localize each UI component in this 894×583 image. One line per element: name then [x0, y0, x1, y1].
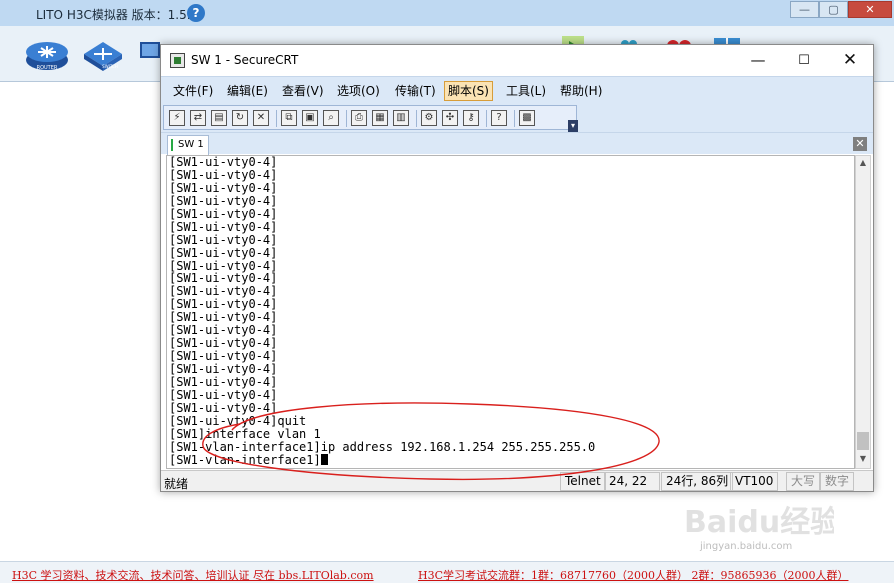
connect-in-tab-icon[interactable]: ▤: [211, 110, 227, 126]
reconnect-icon[interactable]: ↻: [232, 110, 248, 126]
printer-setup-icon[interactable]: ▥: [393, 110, 409, 126]
crt-toolbar: ⚡ ⇄ ▤ ↻ ✕ ⧉ ▣ ⌕ ⎙ ▦ ▥ ⚙ ✣ ⚷ ? ▩ ▾: [161, 104, 873, 132]
crt-statusbar: 就绪 Telnet 24, 22 24行, 86列 VT100 大写 数字: [161, 470, 873, 491]
crt-close-button[interactable]: ✕: [827, 45, 873, 76]
session-connected-indicator: [171, 139, 173, 151]
scroll-up-arrow-icon[interactable]: ▲: [856, 158, 870, 170]
terminal-line: [SW1-ui-vty0-4]: [169, 155, 278, 169]
close-tab-icon[interactable]: ✕: [853, 137, 867, 151]
crt-window-title: SW 1 - SecureCRT: [191, 53, 299, 67]
outer-close-button[interactable]: ✕: [848, 1, 892, 18]
menu-view[interactable]: 查看(V): [279, 81, 327, 101]
disconnect-icon[interactable]: ✕: [253, 110, 269, 126]
copy-icon[interactable]: ⧉: [281, 110, 297, 126]
switch-label: SWITCH: [102, 64, 118, 69]
crt-menubar: 文件(F) 编辑(E) 查看(V) 选项(O) 传输(T) 脚本(S) 工具(L…: [161, 76, 873, 104]
tab-label: SW 1: [178, 139, 204, 150]
menu-options[interactable]: 选项(O): [334, 81, 383, 101]
terminal-output[interactable]: [SW1-ui-vty0-4] [SW1-ui-vty0-4] [SW1-ui-vt…: [166, 155, 855, 469]
toolbar-separator: [486, 110, 487, 127]
terminal-line: [SW1-ui-vty0-4]: [169, 206, 278, 221]
sftp-icon[interactable]: ▩: [519, 110, 535, 126]
paste-icon[interactable]: ▣: [302, 110, 318, 126]
toolbar-overflow-chevron-icon[interactable]: ▾: [568, 120, 578, 132]
toolbar-separator: [514, 110, 515, 127]
router-label: ROUTER: [37, 65, 58, 71]
toolbar-separator: [346, 110, 347, 127]
menu-help[interactable]: 帮助(H): [557, 81, 605, 101]
status-protocol: Telnet: [560, 472, 606, 491]
footer-forum-link[interactable]: H3C 学习资料、技术交流、技术问答、培训认证 尽在 bbs.LITOlab.c…: [12, 567, 374, 583]
terminal-scrollbar[interactable]: ▲ ▼: [855, 155, 871, 469]
menu-edit[interactable]: 编辑(E): [224, 81, 271, 101]
crt-minimize-button[interactable]: —: [735, 45, 781, 76]
menu-file[interactable]: 文件(F): [170, 81, 216, 101]
watermark-text: Baidu经验: [684, 505, 834, 540]
outer-maximize-button[interactable]: ▢: [819, 1, 848, 18]
terminal-line: [SW1-ui-vty0-4]: [169, 400, 278, 415]
securecrt-app-icon: [170, 53, 185, 68]
print-icon[interactable]: ⎙: [351, 110, 367, 126]
terminal-line: [SW1-ui-vty0-4]: [169, 362, 278, 376]
find-icon[interactable]: ⌕: [323, 110, 339, 126]
terminal-line: [SW1-vlan-interface1]ip address 192.168.…: [169, 439, 596, 454]
terminal-line: [SW1-ui-vty0-4]: [169, 193, 278, 208]
status-num-lock: 数字: [820, 472, 855, 491]
outer-titlebar: LITO H3C模拟器 版本：1.5.2 ? — ▢ ✕: [0, 0, 894, 26]
terminal-lines: [SW1-ui-vty0-4] [SW1-ui-vty0-4] [SW1-ui-vt…: [169, 156, 595, 467]
crt-toolbar-strip: ⚡ ⇄ ▤ ↻ ✕ ⧉ ▣ ⌕ ⎙ ▦ ▥ ⚙ ✣ ⚷ ? ▩ ▾: [163, 105, 578, 132]
securecrt-window: SW 1 - SecureCRT — ☐ ✕ 文件(F) 编辑(E) 查看(V)…: [160, 44, 874, 492]
status-caps-lock: 大写: [786, 472, 821, 491]
quick-connect-icon[interactable]: ⇄: [190, 110, 206, 126]
connect-icon[interactable]: ⚡: [169, 110, 185, 126]
crt-session-tabbar: SW 1 ✕: [161, 132, 873, 155]
global-options-icon[interactable]: ✣: [442, 110, 458, 126]
outer-minimize-button[interactable]: —: [790, 1, 819, 18]
status-terminal-size: 24行, 86列: [661, 472, 734, 491]
status-ready-text: 就绪: [164, 477, 189, 491]
outer-footer: H3C 学习资料、技术交流、技术问答、培训认证 尽在 bbs.LITOlab.c…: [0, 561, 894, 583]
switch-icon[interactable]: SWITCH: [80, 38, 126, 72]
menu-tools[interactable]: 工具(L): [503, 81, 549, 101]
crt-maximize-button[interactable]: ☐: [781, 45, 827, 76]
footer-qq-groups-link[interactable]: H3C学习考试交流群：1群：68717760（2000人群） 2群：958659…: [418, 567, 848, 583]
terminal-line: [SW1-ui-vty0-4]: [169, 180, 278, 195]
crt-titlebar[interactable]: SW 1 - SecureCRT — ☐ ✕: [161, 45, 873, 76]
print-selection-icon[interactable]: ▦: [372, 110, 388, 126]
menu-transfer[interactable]: 传输(T): [392, 81, 439, 101]
toolbar-separator: [416, 110, 417, 127]
session-options-icon[interactable]: ⚙: [421, 110, 437, 126]
terminal-line: [SW1-ui-vty0-4]: [169, 219, 278, 234]
terminal-line: [SW1-ui-vty0-4]: [169, 245, 278, 260]
menu-script[interactable]: 脚本(S): [444, 81, 493, 101]
terminal-line: [SW1-vlan-interface1]: [169, 453, 595, 467]
help-icon[interactable]: ?: [187, 4, 205, 22]
toolbar-separator: [276, 110, 277, 127]
status-cursor-position: 24, 22: [604, 472, 660, 491]
status-emulation: VT100: [730, 472, 779, 491]
scroll-thumb[interactable]: [857, 432, 869, 450]
terminal-line: [SW1-ui-vty0-4]quit: [169, 413, 307, 428]
terminal-line: [SW1-ui-vty0-4]: [169, 387, 278, 402]
tab-sw1[interactable]: SW 1: [167, 135, 209, 155]
terminal-line: [SW1-ui-vty0-4]: [169, 374, 278, 389]
terminal-line: [SW1-ui-vty0-4]: [169, 167, 278, 182]
keymap-icon[interactable]: ⚷: [463, 110, 479, 126]
terminal-line: [SW1-ui-vty0-4]: [169, 232, 278, 247]
terminal-line: [SW1]interface vlan 1: [169, 426, 321, 441]
router-icon[interactable]: ROUTER: [24, 38, 70, 72]
watermark-url: jingyan.baidu.com: [700, 541, 793, 552]
outer-window-title: LITO H3C模拟器 版本：1.5.2: [36, 8, 199, 22]
help-icon[interactable]: ?: [491, 110, 507, 126]
terminal-cursor: [320, 453, 328, 465]
scroll-down-arrow-icon[interactable]: ▼: [856, 454, 870, 466]
